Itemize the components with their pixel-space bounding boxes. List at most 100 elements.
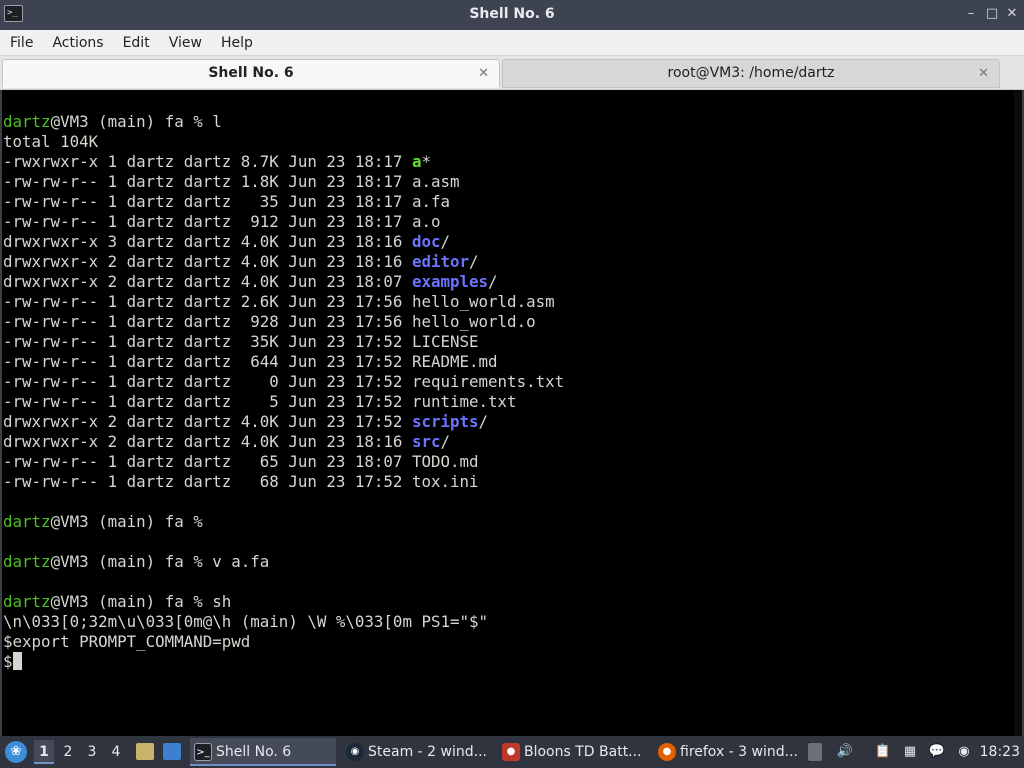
terminal-text: -rw-rw-r-- 1 dartz dartz 35 Jun 23 18:17… bbox=[3, 192, 450, 211]
terminal-line: dartz@VM3 (main) fa % bbox=[3, 512, 564, 532]
terminal-text: -rw-rw-r-- 1 dartz dartz 65 Jun 23 18:07… bbox=[3, 452, 479, 471]
terminal-line: -rw-rw-r-- 1 dartz dartz 2.6K Jun 23 17:… bbox=[3, 292, 564, 312]
terminal-line: -rw-rw-r-- 1 dartz dartz 65 Jun 23 18:07… bbox=[3, 452, 564, 472]
notification-icon[interactable]: 💬 bbox=[928, 743, 946, 761]
directory-name: scripts bbox=[411, 412, 479, 431]
tab-close-icon[interactable]: ✕ bbox=[978, 60, 989, 87]
terminal-line: -rw-rw-r-- 1 dartz dartz 644 Jun 23 17:5… bbox=[3, 352, 564, 372]
terminal-text: / bbox=[440, 432, 451, 451]
close-icon[interactable]: ✕ bbox=[1003, 5, 1021, 23]
prompt-user: dartz bbox=[3, 552, 51, 571]
terminal-text: / bbox=[478, 412, 489, 431]
terminal-line: $export PROMPT_COMMAND=pwd bbox=[3, 632, 564, 652]
terminal-text: drwxrwxr-x 3 dartz dartz 4.0K Jun 23 18:… bbox=[3, 232, 412, 251]
terminal-icon: >_ bbox=[194, 743, 212, 761]
tab-root-home-dartz[interactable]: root@VM3: /home/dartz ✕ bbox=[502, 59, 1000, 88]
terminal-line: $ bbox=[3, 652, 564, 672]
task-label: firefox - 3 wind... bbox=[680, 744, 798, 760]
terminal-line: \n\033[0;32m\u\033[0m@\h (main) \W %\033… bbox=[3, 612, 564, 632]
terminal-line: -rw-rw-r-- 1 dartz dartz 0 Jun 23 17:52 … bbox=[3, 372, 564, 392]
tab-shell-no-6[interactable]: Shell No. 6 ✕ bbox=[2, 59, 500, 88]
terminal-text: $export PROMPT_COMMAND=pwd bbox=[3, 632, 251, 651]
terminal-line: -rw-rw-r-- 1 dartz dartz 35K Jun 23 17:5… bbox=[3, 332, 564, 352]
terminal-text: / bbox=[440, 232, 451, 251]
network-icon[interactable]: ▦ bbox=[901, 743, 919, 761]
terminal-text: -rw-rw-r-- 1 dartz dartz 644 Jun 23 17:5… bbox=[3, 352, 498, 371]
task-label: Bloons TD Batt... bbox=[524, 744, 642, 760]
terminal-line: -rw-rw-r-- 1 dartz dartz 68 Jun 23 17:52… bbox=[3, 472, 564, 492]
terminal-text: -rw-rw-r-- 1 dartz dartz 68 Jun 23 17:52… bbox=[3, 472, 479, 491]
terminal-text: -rw-rw-r-- 1 dartz dartz 1.8K Jun 23 18:… bbox=[3, 172, 460, 191]
terminal-scrollbar[interactable] bbox=[1014, 90, 1022, 736]
task-shell-no-6[interactable]: >_ Shell No. 6 bbox=[190, 738, 336, 766]
menu-file[interactable]: File bbox=[0, 30, 42, 56]
directory-name: src bbox=[411, 432, 441, 451]
terminal-text: -rwxrwxr-x 1 dartz dartz 8.7K Jun 23 18:… bbox=[3, 152, 412, 171]
menu-help[interactable]: Help bbox=[211, 30, 262, 56]
terminal-text: \n\033[0;32m\u\033[0m@\h (main) \W %\033… bbox=[3, 612, 489, 631]
tab-bar: Shell No. 6 ✕ root@VM3: /home/dartz ✕ bbox=[0, 56, 1024, 90]
terminal-text: -rw-rw-r-- 1 dartz dartz 928 Jun 23 17:5… bbox=[3, 312, 536, 331]
bloons-icon: ● bbox=[502, 743, 520, 761]
terminal-text: -rw-rw-r-- 1 dartz dartz 35K Jun 23 17:5… bbox=[3, 332, 479, 351]
terminal-line: -rw-rw-r-- 1 dartz dartz 5 Jun 23 17:52 … bbox=[3, 392, 564, 412]
prompt-user: dartz bbox=[3, 592, 51, 611]
prompt-user: dartz bbox=[3, 112, 51, 131]
tab-label: Shell No. 6 bbox=[208, 65, 294, 81]
terminal-text: @VM3 (main) fa % bbox=[50, 512, 203, 531]
terminal-line: -rwxrwxr-x 1 dartz dartz 8.7K Jun 23 18:… bbox=[3, 152, 564, 172]
start-menu-icon[interactable]: ❀ bbox=[5, 741, 27, 763]
task-label: Steam - 2 wind... bbox=[368, 744, 487, 760]
task-bloons[interactable]: ● Bloons TD Batt... bbox=[498, 738, 648, 766]
directory-name: editor bbox=[411, 252, 470, 271]
workspace-1[interactable]: 1 bbox=[34, 740, 54, 764]
menu-bar: File Actions Edit View Help bbox=[0, 30, 1024, 56]
terminal-line: drwxrwxr-x 2 dartz dartz 4.0K Jun 23 17:… bbox=[3, 412, 564, 432]
terminal-text: @VM3 (main) fa % sh bbox=[50, 592, 232, 611]
terminal-text: / bbox=[488, 272, 498, 291]
workspace-2[interactable]: 2 bbox=[58, 740, 78, 764]
terminal-text: -rw-rw-r-- 1 dartz dartz 2.6K Jun 23 17:… bbox=[3, 292, 555, 311]
minimize-icon[interactable]: – bbox=[962, 5, 980, 23]
steam-tray-icon[interactable]: ◉ bbox=[955, 743, 973, 761]
file-manager-icon[interactable] bbox=[136, 743, 154, 760]
terminal-line: -rw-rw-r-- 1 dartz dartz 928 Jun 23 17:5… bbox=[3, 312, 564, 332]
show-desktop-icon[interactable] bbox=[163, 743, 181, 760]
menu-edit[interactable]: Edit bbox=[113, 30, 159, 56]
steam-icon: ◉ bbox=[346, 743, 364, 761]
window-title: Shell No. 6 bbox=[469, 6, 555, 22]
terminal-line: drwxrwxr-x 2 dartz dartz 4.0K Jun 23 18:… bbox=[3, 252, 564, 272]
menu-actions[interactable]: Actions bbox=[42, 30, 112, 56]
terminal-view[interactable]: dartz@VM3 (main) fa % l total 104K -rwxrwx… bbox=[0, 90, 1024, 736]
terminal-line: dartz@VM3 (main) fa % l bbox=[3, 112, 564, 132]
task-firefox[interactable]: ● firefox - 3 wind... bbox=[654, 738, 804, 766]
terminal-text: total 104K bbox=[3, 132, 99, 151]
terminal-output: dartz@VM3 (main) fa % l total 104K -rwxrwx… bbox=[3, 112, 564, 672]
workspace-3[interactable]: 3 bbox=[82, 740, 102, 764]
volume-icon[interactable]: 🔊 bbox=[836, 743, 854, 761]
terminal-line: -rw-rw-r-- 1 dartz dartz 1.8K Jun 23 18:… bbox=[3, 172, 564, 192]
menu-view[interactable]: View bbox=[159, 30, 211, 56]
directory-name: examples bbox=[411, 272, 489, 291]
terminal-text: drwxrwxr-x 2 dartz dartz 4.0K Jun 23 18:… bbox=[3, 272, 412, 291]
terminal-line: drwxrwxr-x 2 dartz dartz 4.0K Jun 23 18:… bbox=[3, 432, 564, 452]
terminal-line: dartz@VM3 (main) fa % v a.fa bbox=[3, 552, 564, 572]
tab-close-icon[interactable]: ✕ bbox=[478, 60, 489, 87]
workspace-4[interactable]: 4 bbox=[106, 740, 126, 764]
maximize-icon[interactable]: □ bbox=[983, 5, 1001, 23]
terminal-line: -rw-rw-r-- 1 dartz dartz 35 Jun 23 18:17… bbox=[3, 192, 564, 212]
terminal-text: drwxrwxr-x 2 dartz dartz 4.0K Jun 23 18:… bbox=[3, 252, 412, 271]
task-steam[interactable]: ◉ Steam - 2 wind... bbox=[342, 738, 492, 766]
clipboard-icon[interactable]: 📋 bbox=[874, 743, 892, 761]
terminal-text: @VM3 (main) fa % l bbox=[50, 112, 222, 131]
clock: 18:23 bbox=[979, 744, 1020, 760]
indicator-icon[interactable] bbox=[808, 743, 822, 761]
terminal-text: * bbox=[421, 152, 431, 171]
terminal-text: drwxrwxr-x 2 dartz dartz 4.0K Jun 23 18:… bbox=[3, 432, 412, 451]
window-titlebar[interactable]: >_ Shell No. 6 – □ ✕ bbox=[0, 0, 1024, 30]
prompt-user: dartz bbox=[3, 512, 51, 531]
terminal-text: $ bbox=[3, 652, 13, 671]
